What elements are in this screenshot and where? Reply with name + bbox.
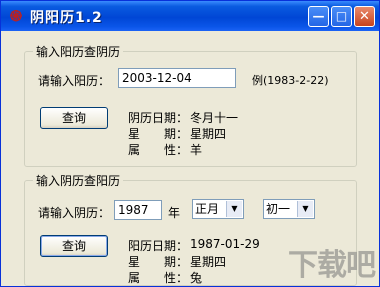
year-unit-label: 年 [168, 206, 181, 220]
minimize-icon: — [312, 9, 325, 23]
maximize-button[interactable]: □ [331, 6, 352, 27]
lunar-date-label: 阴历日期： [128, 111, 189, 125]
minimize-button[interactable]: — [308, 6, 329, 27]
group-title: 输入阳历查阴历 [33, 43, 124, 60]
button-label: 查询 [61, 111, 86, 125]
weekday-label: 星 期： [128, 127, 189, 141]
chevron-down-icon[interactable]: ▼ [226, 201, 242, 217]
query-lunar-button[interactable]: 查询 [40, 107, 108, 129]
solar-date-label: 阳历日期： [128, 239, 189, 253]
window-title: 阴阳历1.2 [30, 10, 103, 26]
button-label: 查询 [61, 239, 86, 253]
zodiac-value: 兔 [190, 271, 203, 285]
weekday-label: 星 期： [128, 255, 189, 269]
zodiac-label: 属 性： [128, 271, 189, 285]
lunar-year-input[interactable]: 1987 [114, 200, 162, 220]
solar-input-label: 请输入阳历： [38, 74, 111, 88]
title-bar[interactable]: ֍ 阴阳历1.2 — □ ✕ [1, 1, 379, 31]
query-solar-button[interactable]: 查询 [40, 235, 108, 257]
app-swirl-icon: ֍ [9, 7, 23, 25]
day-value: 初一 [266, 202, 291, 216]
weekday-value: 星期四 [190, 127, 227, 141]
lunar-month-select[interactable]: 正月 ▼ [192, 199, 244, 219]
chevron-down-icon[interactable]: ▼ [297, 201, 313, 217]
solar-date-input[interactable]: 2003-12-04 [118, 68, 236, 88]
close-icon: ✕ [359, 9, 370, 24]
group-title: 输入阴历查阳历 [33, 172, 124, 189]
lunar-date-value: 冬月十一 [190, 111, 239, 125]
month-value: 正月 [195, 202, 220, 216]
weekday-value: 星期四 [190, 255, 227, 269]
solar-date-value: 1987-01-29 [190, 237, 260, 251]
zodiac-value: 羊 [190, 143, 203, 157]
lunar-day-select[interactable]: 初一 ▼ [263, 199, 315, 219]
close-button[interactable]: ✕ [354, 6, 375, 27]
watermark-logo: 下载吧 [288, 248, 376, 283]
app-window: ֍ 阴阳历1.2 — □ ✕ 输入阳历查阴历 请输入阳历： 2003-12-04… [0, 0, 380, 287]
maximize-icon: □ [335, 9, 348, 23]
zodiac-label: 属 性： [128, 143, 189, 157]
lunar-input-label: 请输入阴历： [38, 206, 111, 220]
example-hint: 例(1983-2-22) [252, 74, 329, 87]
